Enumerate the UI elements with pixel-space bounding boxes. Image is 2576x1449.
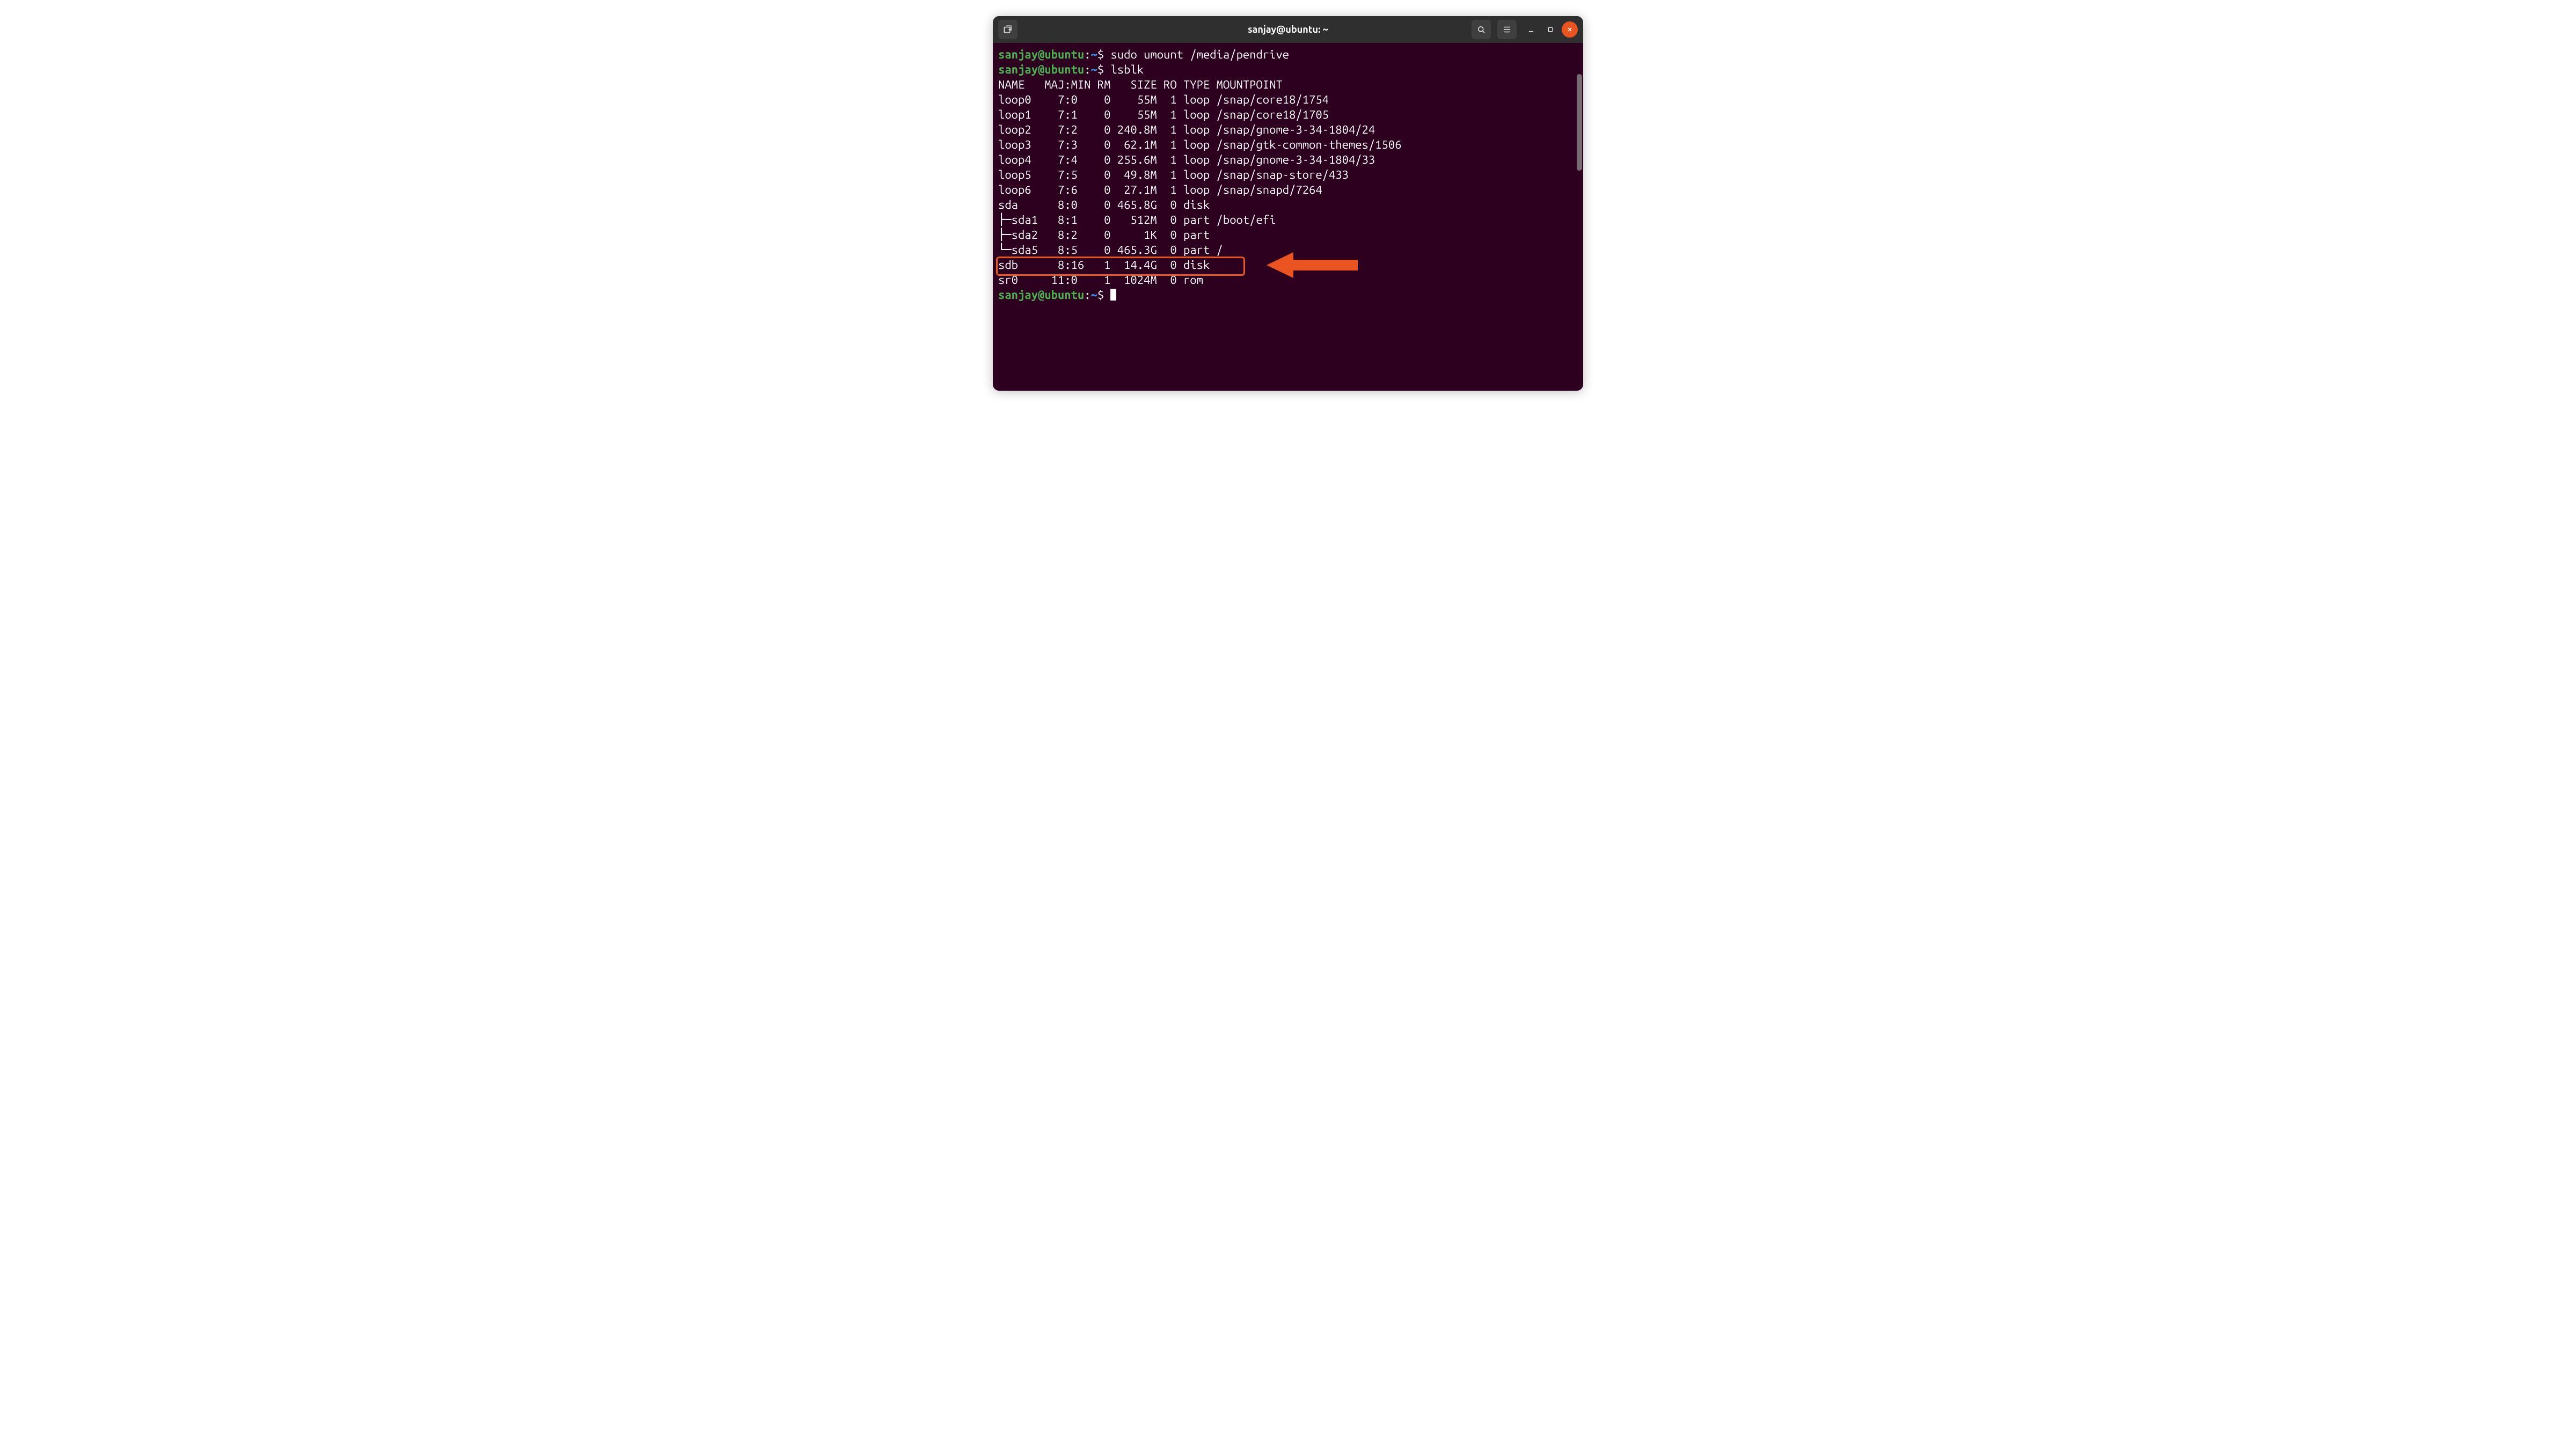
maximize-button[interactable]: [1542, 21, 1558, 38]
prompt-line-2: sanjay@ubuntu:~$ lsblk: [998, 62, 1578, 77]
minimize-button[interactable]: [1523, 21, 1539, 38]
prompt-sigil: $: [1097, 48, 1104, 61]
terminal-body[interactable]: sanjay@ubuntu:~$ sudo umount /media/pend…: [993, 43, 1583, 391]
new-tab-icon: [1003, 25, 1013, 34]
minimize-icon: [1527, 26, 1535, 33]
prompt-colon: :: [1084, 288, 1091, 302]
titlebar-left: [998, 20, 1021, 39]
prompt-line-1: sanjay@ubuntu:~$ sudo umount /media/pend…: [998, 47, 1578, 62]
prompt-line-3: sanjay@ubuntu:~$: [998, 288, 1578, 303]
prompt-userhost: sanjay@ubuntu: [998, 288, 1084, 302]
lsblk-row: loop0 7:0 0 55M 1 loop /snap/core18/1754: [998, 92, 1578, 107]
titlebar[interactable]: sanjay@ubuntu: ~: [993, 16, 1583, 43]
lsblk-row: ├─sda1 8:1 0 512M 0 part /boot/efi: [998, 213, 1578, 228]
prompt-sigil: $: [1097, 63, 1104, 76]
lsblk-row: loop5 7:5 0 49.8M 1 loop /snap/snap-stor…: [998, 167, 1578, 182]
prompt-sigil: $: [1097, 288, 1104, 302]
lsblk-row: └─sda5 8:5 0 465.3G 0 part /: [998, 243, 1578, 258]
hamburger-menu-icon: [1502, 25, 1512, 34]
lsblk-row: loop3 7:3 0 62.1M 1 loop /snap/gtk-commo…: [998, 137, 1578, 152]
command-2: lsblk: [1110, 63, 1144, 76]
lsblk-row: loop4 7:4 0 255.6M 1 loop /snap/gnome-3-…: [998, 152, 1578, 167]
prompt-colon: :: [1084, 63, 1091, 76]
close-button[interactable]: [1562, 21, 1578, 38]
titlebar-right: [1472, 20, 1578, 39]
prompt-path: ~: [1091, 48, 1097, 61]
lsblk-row: loop1 7:1 0 55M 1 loop /snap/core18/1705: [998, 107, 1578, 122]
lsblk-header: NAME MAJ:MIN RM SIZE RO TYPE MOUNTPOINT: [998, 77, 1578, 92]
maximize-icon: [1547, 26, 1554, 33]
prompt-colon: :: [1084, 48, 1091, 61]
search-button[interactable]: [1472, 20, 1491, 39]
menu-button[interactable]: [1497, 20, 1517, 39]
new-tab-button[interactable]: [998, 20, 1018, 39]
prompt-path: ~: [1091, 63, 1097, 76]
command-1: sudo umount /media/pendrive: [1110, 48, 1289, 61]
search-icon: [1476, 25, 1486, 34]
terminal-cursor: [1110, 289, 1116, 301]
prompt-userhost: sanjay@ubuntu: [998, 63, 1084, 76]
lsblk-row: loop6 7:6 0 27.1M 1 loop /snap/snapd/726…: [998, 182, 1578, 197]
lsblk-row: sr0 11:0 1 1024M 0 rom: [998, 273, 1578, 288]
terminal-window: sanjay@ubuntu: ~: [993, 16, 1583, 391]
prompt-userhost: sanjay@ubuntu: [998, 48, 1084, 61]
lsblk-row: ├─sda2 8:2 0 1K 0 part: [998, 228, 1578, 243]
prompt-path: ~: [1091, 288, 1097, 302]
lsblk-row: sdb 8:16 1 14.4G 0 disk: [998, 258, 1578, 273]
scrollbar-thumb[interactable]: [1577, 74, 1582, 171]
close-icon: [1567, 26, 1573, 33]
lsblk-row: loop2 7:2 0 240.8M 1 loop /snap/gnome-3-…: [998, 122, 1578, 137]
lsblk-row: sda 8:0 0 465.8G 0 disk: [998, 197, 1578, 213]
